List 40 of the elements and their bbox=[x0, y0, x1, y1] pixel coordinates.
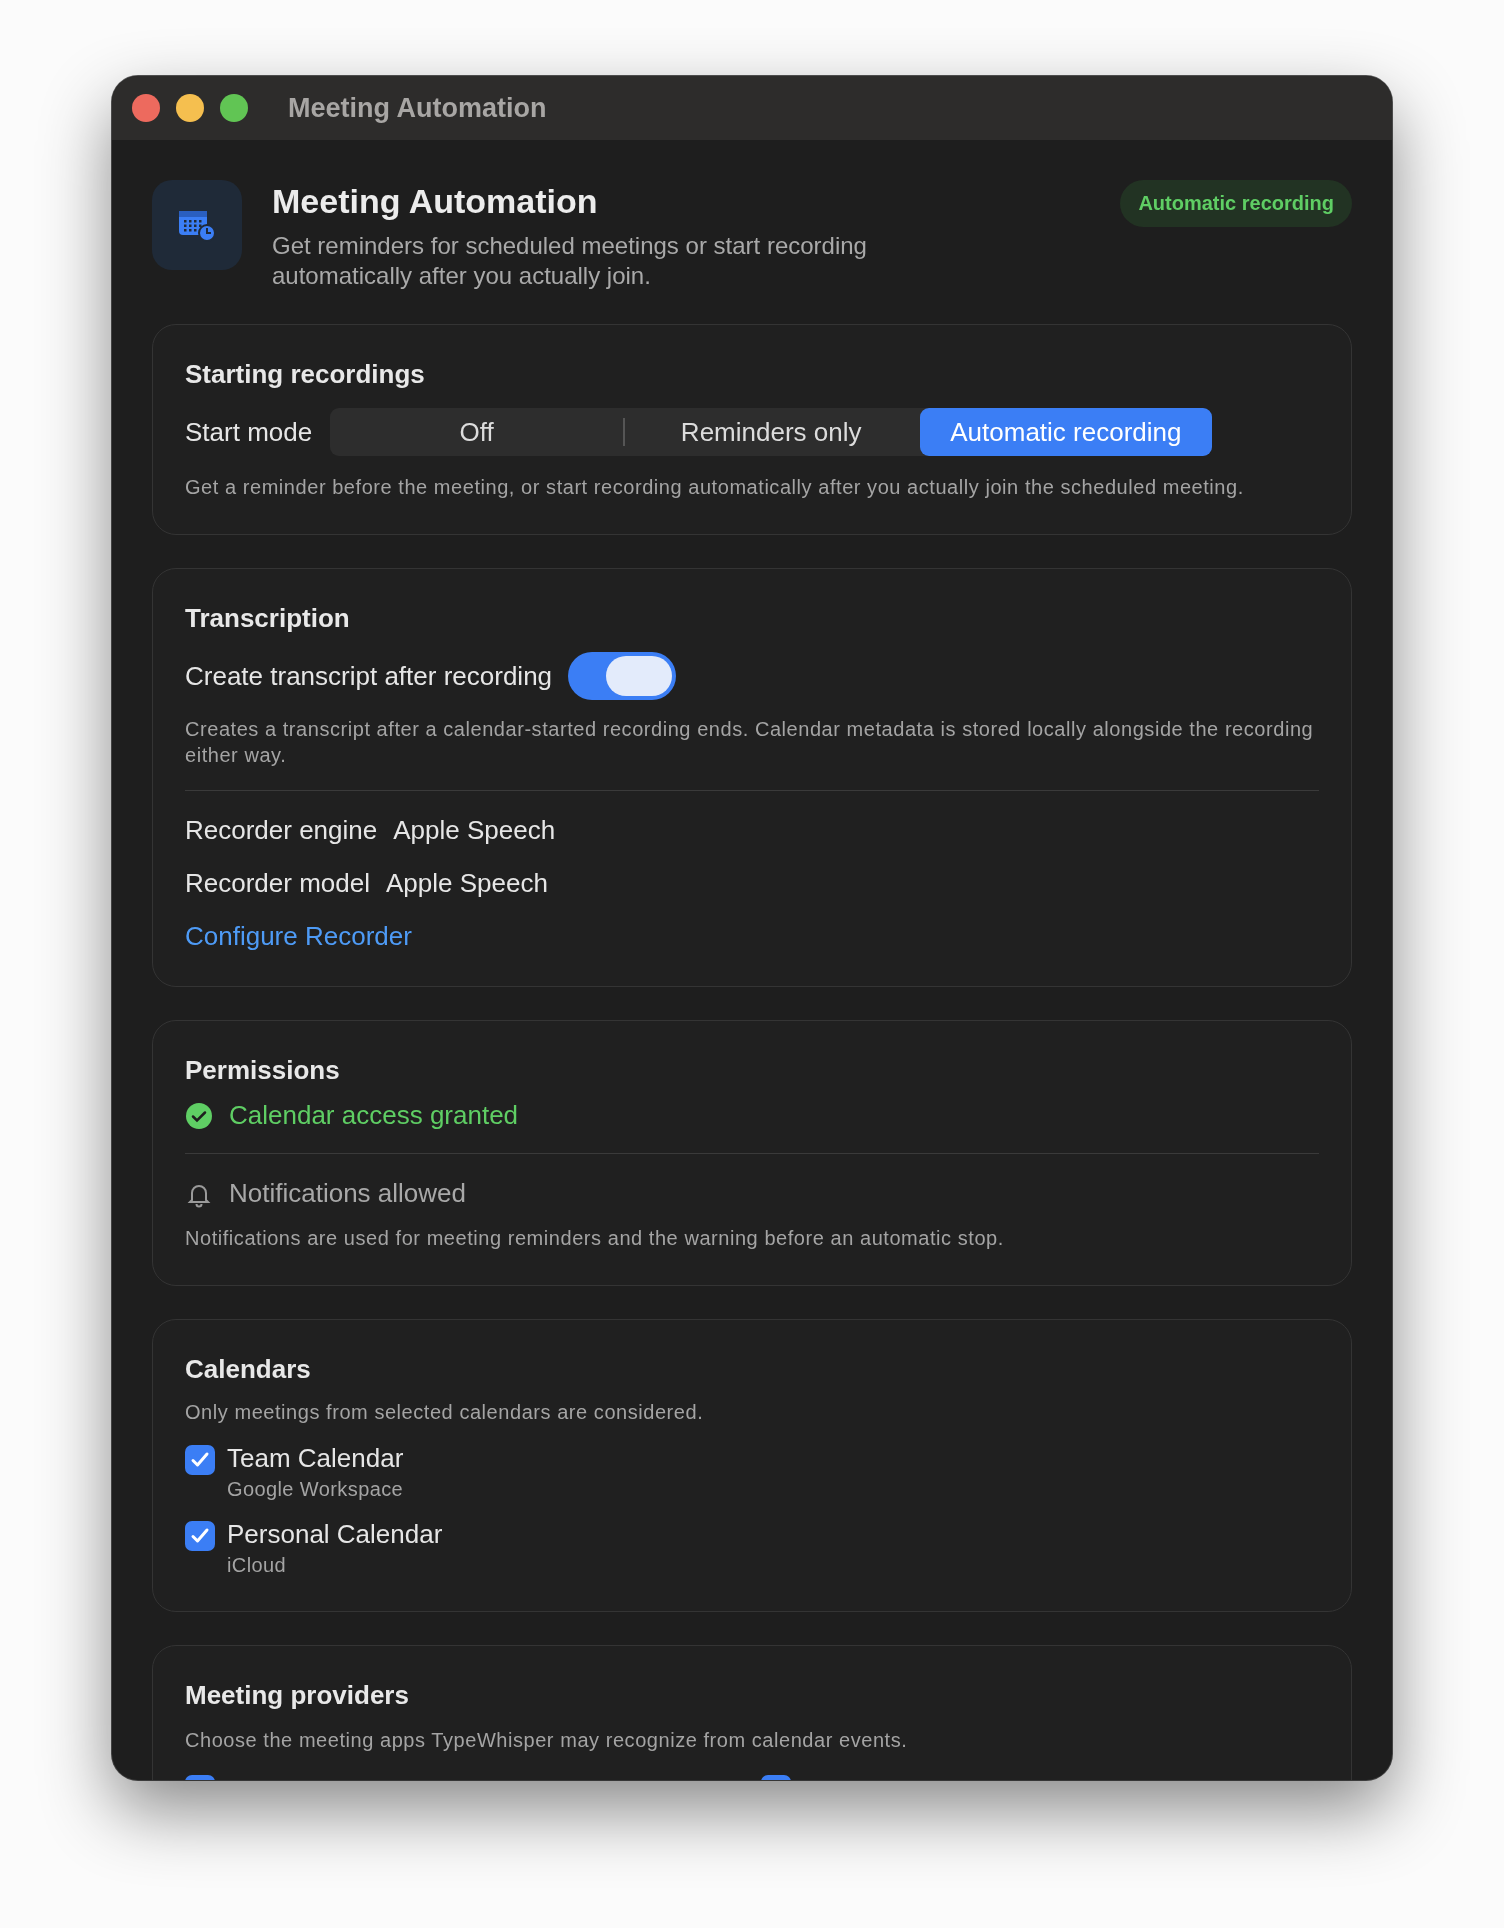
setting-label: Recorder model bbox=[185, 868, 370, 899]
calendar-name: Team Calendar bbox=[227, 1443, 404, 1474]
section-title: Permissions bbox=[185, 1055, 341, 1086]
minimize-button[interactable] bbox=[176, 94, 204, 122]
permission-status: Notifications allowed bbox=[229, 1178, 466, 1209]
calendar-name: Personal Calendar bbox=[227, 1519, 443, 1550]
close-button[interactable] bbox=[132, 94, 160, 122]
window-title: Meeting Automation bbox=[288, 92, 547, 124]
section-title: Transcription bbox=[185, 603, 351, 634]
checkmark-icon bbox=[190, 1526, 210, 1546]
checkmark-icon bbox=[190, 1450, 210, 1470]
setting-value: Apple Speech bbox=[386, 868, 548, 899]
checkbox[interactable] bbox=[185, 1445, 215, 1475]
segment-option[interactable]: Automatic recording bbox=[919, 408, 1213, 456]
help-text: Get a reminder before the meeting, or start recording automatically after you actually join the scheduled meeting. bbox=[185, 475, 1245, 500]
help-text: Choose the meeting apps TypeWhisper may recognize from calendar events. bbox=[185, 1728, 909, 1753]
toggle-label: Create transcript after recording bbox=[185, 660, 553, 692]
help-text: Only meetings from selected calendars are considered. bbox=[185, 1400, 705, 1425]
segment-option[interactable]: Reminders only bbox=[624, 408, 918, 456]
setting-label: Recorder engine bbox=[185, 815, 378, 846]
field-label: Start mode bbox=[185, 416, 313, 448]
help-text: Creates a transcript after a calendar-started recording ends. Calendar metadata is stored locally alongside the recording either way. bbox=[185, 717, 1315, 768]
setting-value: Apple Speech bbox=[393, 815, 556, 846]
checkbox[interactable] bbox=[185, 1521, 215, 1551]
zoom-button[interactable] bbox=[220, 94, 248, 122]
segment-option[interactable]: Off bbox=[330, 408, 623, 456]
permission-status: Calendar access granted bbox=[229, 1100, 519, 1131]
status-badge: Automatic recording bbox=[1120, 180, 1352, 227]
calendar-account: iCloud bbox=[227, 1554, 288, 1577]
calendar-account: Google Workspace bbox=[227, 1478, 404, 1501]
check-circle-icon bbox=[185, 1101, 213, 1130]
help-text: Notifications are used for meeting reminders and the warning before an automatic stop. bbox=[185, 1226, 1005, 1251]
page-subtitle: Get reminders for scheduled meetings or start recording automatically after you actually join. bbox=[272, 231, 868, 291]
configure-link[interactable]: Configure Recorder bbox=[185, 921, 412, 951]
section-title: Starting recordings bbox=[185, 359, 426, 390]
section-title: Meeting providers bbox=[185, 1680, 410, 1711]
page-title: Meeting Automation bbox=[272, 182, 599, 221]
toggle-switch[interactable] bbox=[568, 652, 677, 700]
section-title: Calendars bbox=[185, 1354, 312, 1385]
app-icon bbox=[152, 180, 242, 270]
